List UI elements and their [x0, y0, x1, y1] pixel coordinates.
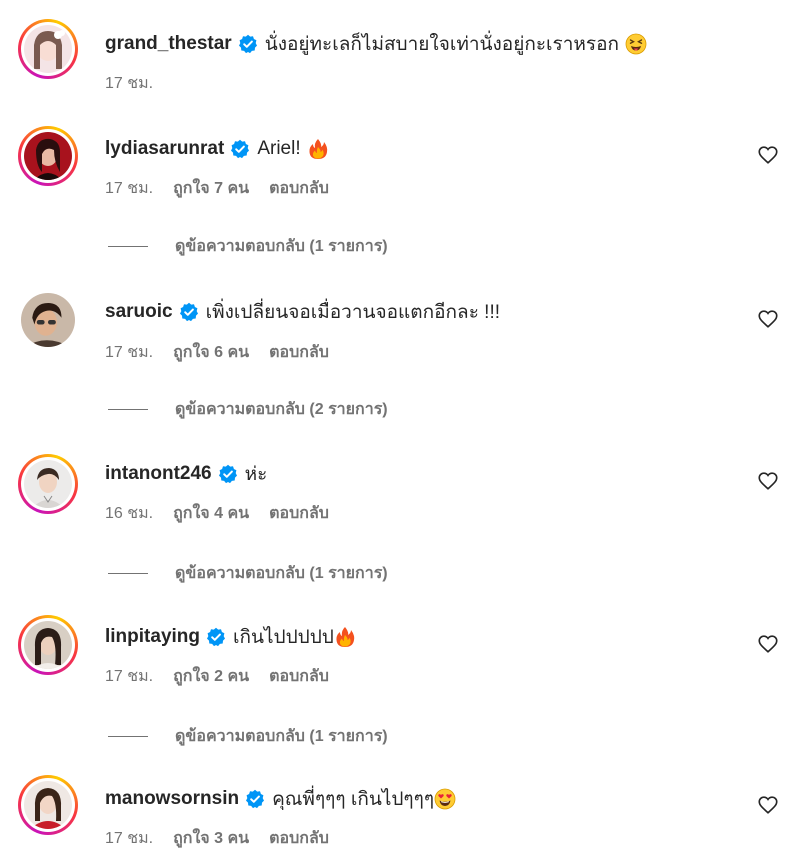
view-replies-button[interactable]: ดูข้อความตอบกลับ (1 รายการ): [175, 234, 388, 259]
avatar[interactable]: [18, 454, 78, 514]
verified-badge-icon: [245, 789, 265, 809]
comment-username[interactable]: manowsornsin: [105, 788, 239, 810]
comment-likes-link[interactable]: ถูกใจ 3 คน: [173, 826, 249, 851]
comment-likes-link[interactable]: ถูกใจ 4 คน: [173, 501, 249, 526]
comment-text: เกินไปปปปป: [233, 627, 334, 648]
avatar[interactable]: [18, 615, 78, 675]
view-replies-button[interactable]: ดูข้อความตอบกลับ (1 รายการ): [175, 724, 388, 749]
comment-text: คุณพี่ๆๆๆ เกินไปๆๆๆ: [272, 789, 435, 810]
replies-divider: [108, 245, 148, 247]
comment-username[interactable]: grand_thestar: [105, 33, 232, 55]
comment-likes-link[interactable]: ถูกใจ 7 คน: [173, 176, 249, 201]
view-replies-button[interactable]: ดูข้อความตอบกลับ (1 รายการ): [175, 561, 388, 586]
avatar[interactable]: [18, 775, 78, 835]
fire-emoji-icon: [307, 138, 329, 160]
verified-badge-icon: [206, 627, 226, 647]
verified-badge-icon: [218, 464, 238, 484]
comment-username[interactable]: lydiasarunrat: [105, 138, 224, 160]
comment-username[interactable]: intanont246: [105, 463, 212, 485]
comment-time: 17 ชม.: [105, 667, 154, 685]
reply-button[interactable]: ตอบกลับ: [269, 826, 329, 851]
fire-emoji-icon: [334, 626, 356, 648]
comment-text: นั่งอยู่ทะเลก็ไม่สบายใจเท่านั่งอยู่กะเรา…: [264, 34, 620, 55]
comment-time: 17 ชม.: [105, 74, 154, 92]
avatar[interactable]: [18, 290, 78, 350]
avatar[interactable]: [18, 126, 78, 186]
reply-button[interactable]: ตอบกลับ: [269, 176, 329, 201]
like-heart-icon[interactable]: [757, 794, 779, 816]
reply-button[interactable]: ตอบกลับ: [269, 501, 329, 526]
verified-badge-icon: [179, 302, 199, 322]
comment-username[interactable]: linpitaying: [105, 626, 200, 648]
squinting-tongue-emoji-icon: [625, 33, 647, 55]
like-heart-icon[interactable]: [757, 633, 779, 655]
verified-badge-icon: [238, 34, 258, 54]
avatar[interactable]: [18, 19, 78, 79]
verified-badge-icon: [230, 139, 250, 159]
comment-text: เพิ่งเปลี่ยนจอเมื่อวานจอแตกอีกละ !!!: [205, 302, 501, 323]
heart-eyes-emoji-icon: [434, 788, 456, 810]
replies-divider: [108, 735, 148, 737]
replies-divider: [108, 572, 148, 574]
view-replies-button[interactable]: ดูข้อความตอบกลับ (2 รายการ): [175, 397, 388, 422]
replies-divider: [108, 408, 148, 410]
comment-likes-link[interactable]: ถูกใจ 6 คน: [173, 340, 249, 365]
comment-time: 17 ชม.: [105, 179, 154, 197]
comment-time: 17 ชม.: [105, 829, 154, 847]
reply-button[interactable]: ตอบกลับ: [269, 340, 329, 365]
comment-time: 17 ชม.: [105, 343, 154, 361]
comment-time: 16 ชม.: [105, 504, 154, 522]
like-heart-icon[interactable]: [757, 308, 779, 330]
reply-button[interactable]: ตอบกลับ: [269, 664, 329, 689]
like-heart-icon[interactable]: [757, 144, 779, 166]
comment-text: ห่ะ: [244, 464, 268, 485]
comment-text: Ariel!: [257, 138, 301, 159]
comments-list: grand_thestar นั่งอยู่ทะเลก็ไม่สบายใจเท่…: [0, 0, 800, 868]
comment-likes-link[interactable]: ถูกใจ 2 คน: [173, 664, 249, 689]
like-heart-icon[interactable]: [757, 470, 779, 492]
comment-username[interactable]: saruoic: [105, 301, 173, 323]
